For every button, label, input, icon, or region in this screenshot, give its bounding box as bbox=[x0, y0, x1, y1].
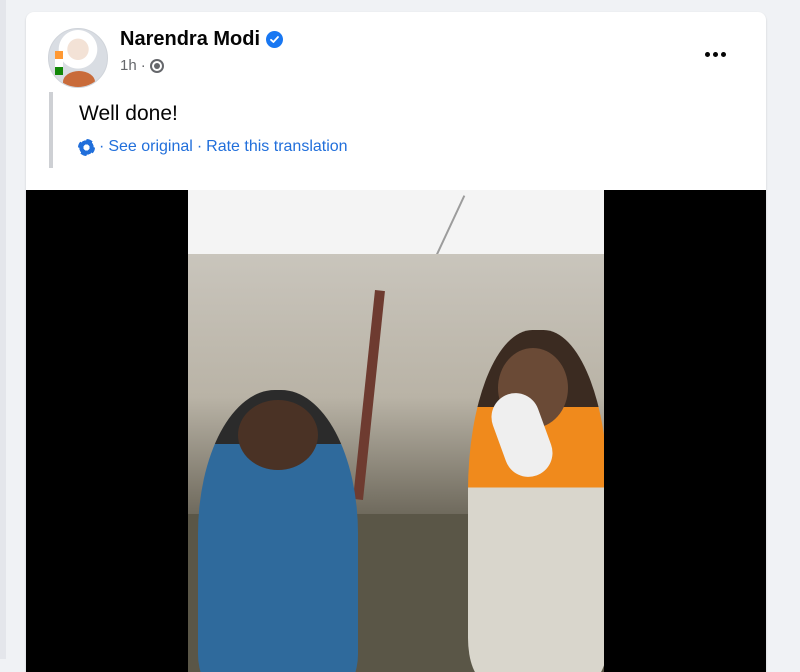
flag-detail bbox=[55, 51, 63, 75]
more-dot-icon bbox=[704, 51, 710, 57]
translation-separator: · bbox=[196, 138, 203, 155]
person-right bbox=[468, 330, 604, 672]
post-text: Well done! bbox=[79, 102, 178, 125]
post-video[interactable] bbox=[26, 190, 766, 672]
verified-icon bbox=[266, 31, 284, 48]
more-options-button[interactable] bbox=[700, 42, 730, 66]
left-edge bbox=[0, 0, 6, 659]
rate-translation-link[interactable]: Rate this translation bbox=[206, 138, 347, 156]
quote-bar bbox=[49, 92, 53, 168]
translation-row: · See original · Rate this translation bbox=[78, 138, 348, 156]
person-left bbox=[198, 390, 358, 672]
gear-icon[interactable] bbox=[78, 138, 95, 156]
post-time[interactable]: 1h bbox=[120, 57, 137, 74]
author-avatar[interactable] bbox=[48, 28, 108, 88]
avatar-shirt bbox=[63, 71, 95, 87]
meta-separator: · bbox=[140, 57, 146, 74]
author-name[interactable]: Narendra Modi bbox=[120, 28, 260, 51]
post-meta: 1h · bbox=[120, 57, 164, 74]
author-row: Narendra Modi bbox=[120, 28, 284, 51]
more-dot-icon bbox=[712, 51, 718, 57]
more-dot-icon bbox=[720, 51, 726, 57]
translation-separator: · bbox=[99, 138, 105, 155]
globe-icon[interactable] bbox=[149, 58, 164, 73]
see-original-link[interactable]: See original bbox=[108, 138, 193, 156]
post-card: Narendra Modi 1h · Well done! · See orig… bbox=[26, 12, 766, 672]
video-frame bbox=[188, 190, 604, 672]
